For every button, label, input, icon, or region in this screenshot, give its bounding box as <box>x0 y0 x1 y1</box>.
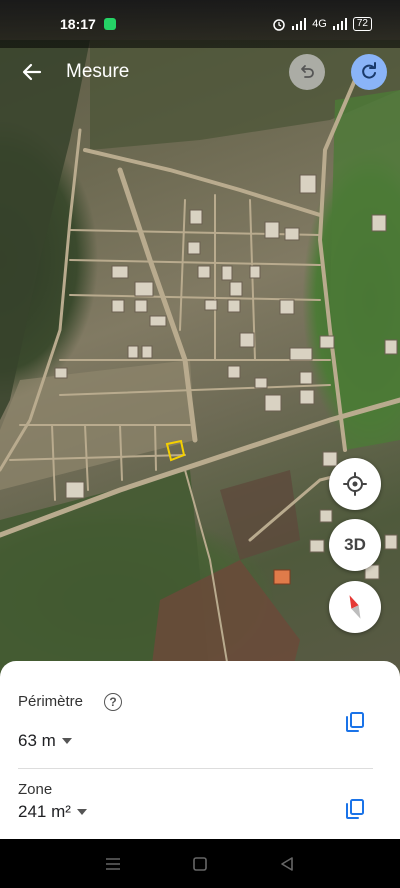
copy-icon <box>346 712 364 732</box>
whatsapp-notification-icon <box>103 18 116 30</box>
compass-button[interactable] <box>329 581 381 633</box>
help-icon[interactable]: ? <box>104 693 122 711</box>
signal-icon <box>292 18 307 30</box>
status-bar: 18:17 4G 72 <box>0 0 400 48</box>
perimeter-value: 63 m <box>18 731 56 750</box>
page-title: Mesure <box>66 61 130 82</box>
recents-button[interactable] <box>98 849 128 879</box>
signal-icon-2 <box>332 18 347 30</box>
divider <box>18 768 373 769</box>
area-unit-dropdown[interactable]: 241 m² <box>18 802 87 822</box>
back-nav-button[interactable] <box>272 849 302 879</box>
chevron-down-icon <box>76 809 87 815</box>
back-triangle-icon <box>280 856 293 871</box>
area-label: Zone <box>18 781 53 798</box>
copy-area-button[interactable] <box>340 794 370 824</box>
status-time: 18:17 <box>60 16 96 32</box>
menu-icon <box>106 857 121 870</box>
undo-icon <box>301 65 314 78</box>
my-location-icon <box>343 472 367 496</box>
home-button[interactable] <box>185 849 215 879</box>
back-button[interactable] <box>12 52 52 92</box>
perimeter-unit-dropdown[interactable]: 63 m <box>18 731 72 751</box>
chevron-down-icon <box>61 738 72 744</box>
refresh-button[interactable] <box>351 54 387 90</box>
alarm-icon <box>273 19 285 31</box>
compass-icon <box>349 595 361 619</box>
network-type: 4G <box>312 18 327 30</box>
system-nav-bar <box>0 839 400 888</box>
status-icons: 4G 72 <box>272 17 372 31</box>
area-value: 241 m² <box>18 802 71 821</box>
app-bar: Mesure <box>0 48 400 96</box>
copy-perimeter-button[interactable] <box>340 707 370 737</box>
my-location-button[interactable] <box>329 458 381 510</box>
arrow-back-icon <box>22 63 42 81</box>
3d-toggle-button[interactable]: 3D <box>329 519 381 571</box>
battery-indicator: 72 <box>352 17 372 31</box>
satellite-map[interactable] <box>0 0 400 680</box>
refresh-icon <box>362 62 376 79</box>
undo-button[interactable] <box>289 54 325 90</box>
map-imagery <box>0 40 400 680</box>
perimeter-label: Périmètre <box>18 693 84 710</box>
3d-toggle-label: 3D <box>344 535 366 554</box>
copy-icon <box>346 799 364 819</box>
home-square-icon <box>193 856 207 871</box>
measurement-panel: Périmètre ? 63 m Zone 241 m² <box>0 661 400 839</box>
